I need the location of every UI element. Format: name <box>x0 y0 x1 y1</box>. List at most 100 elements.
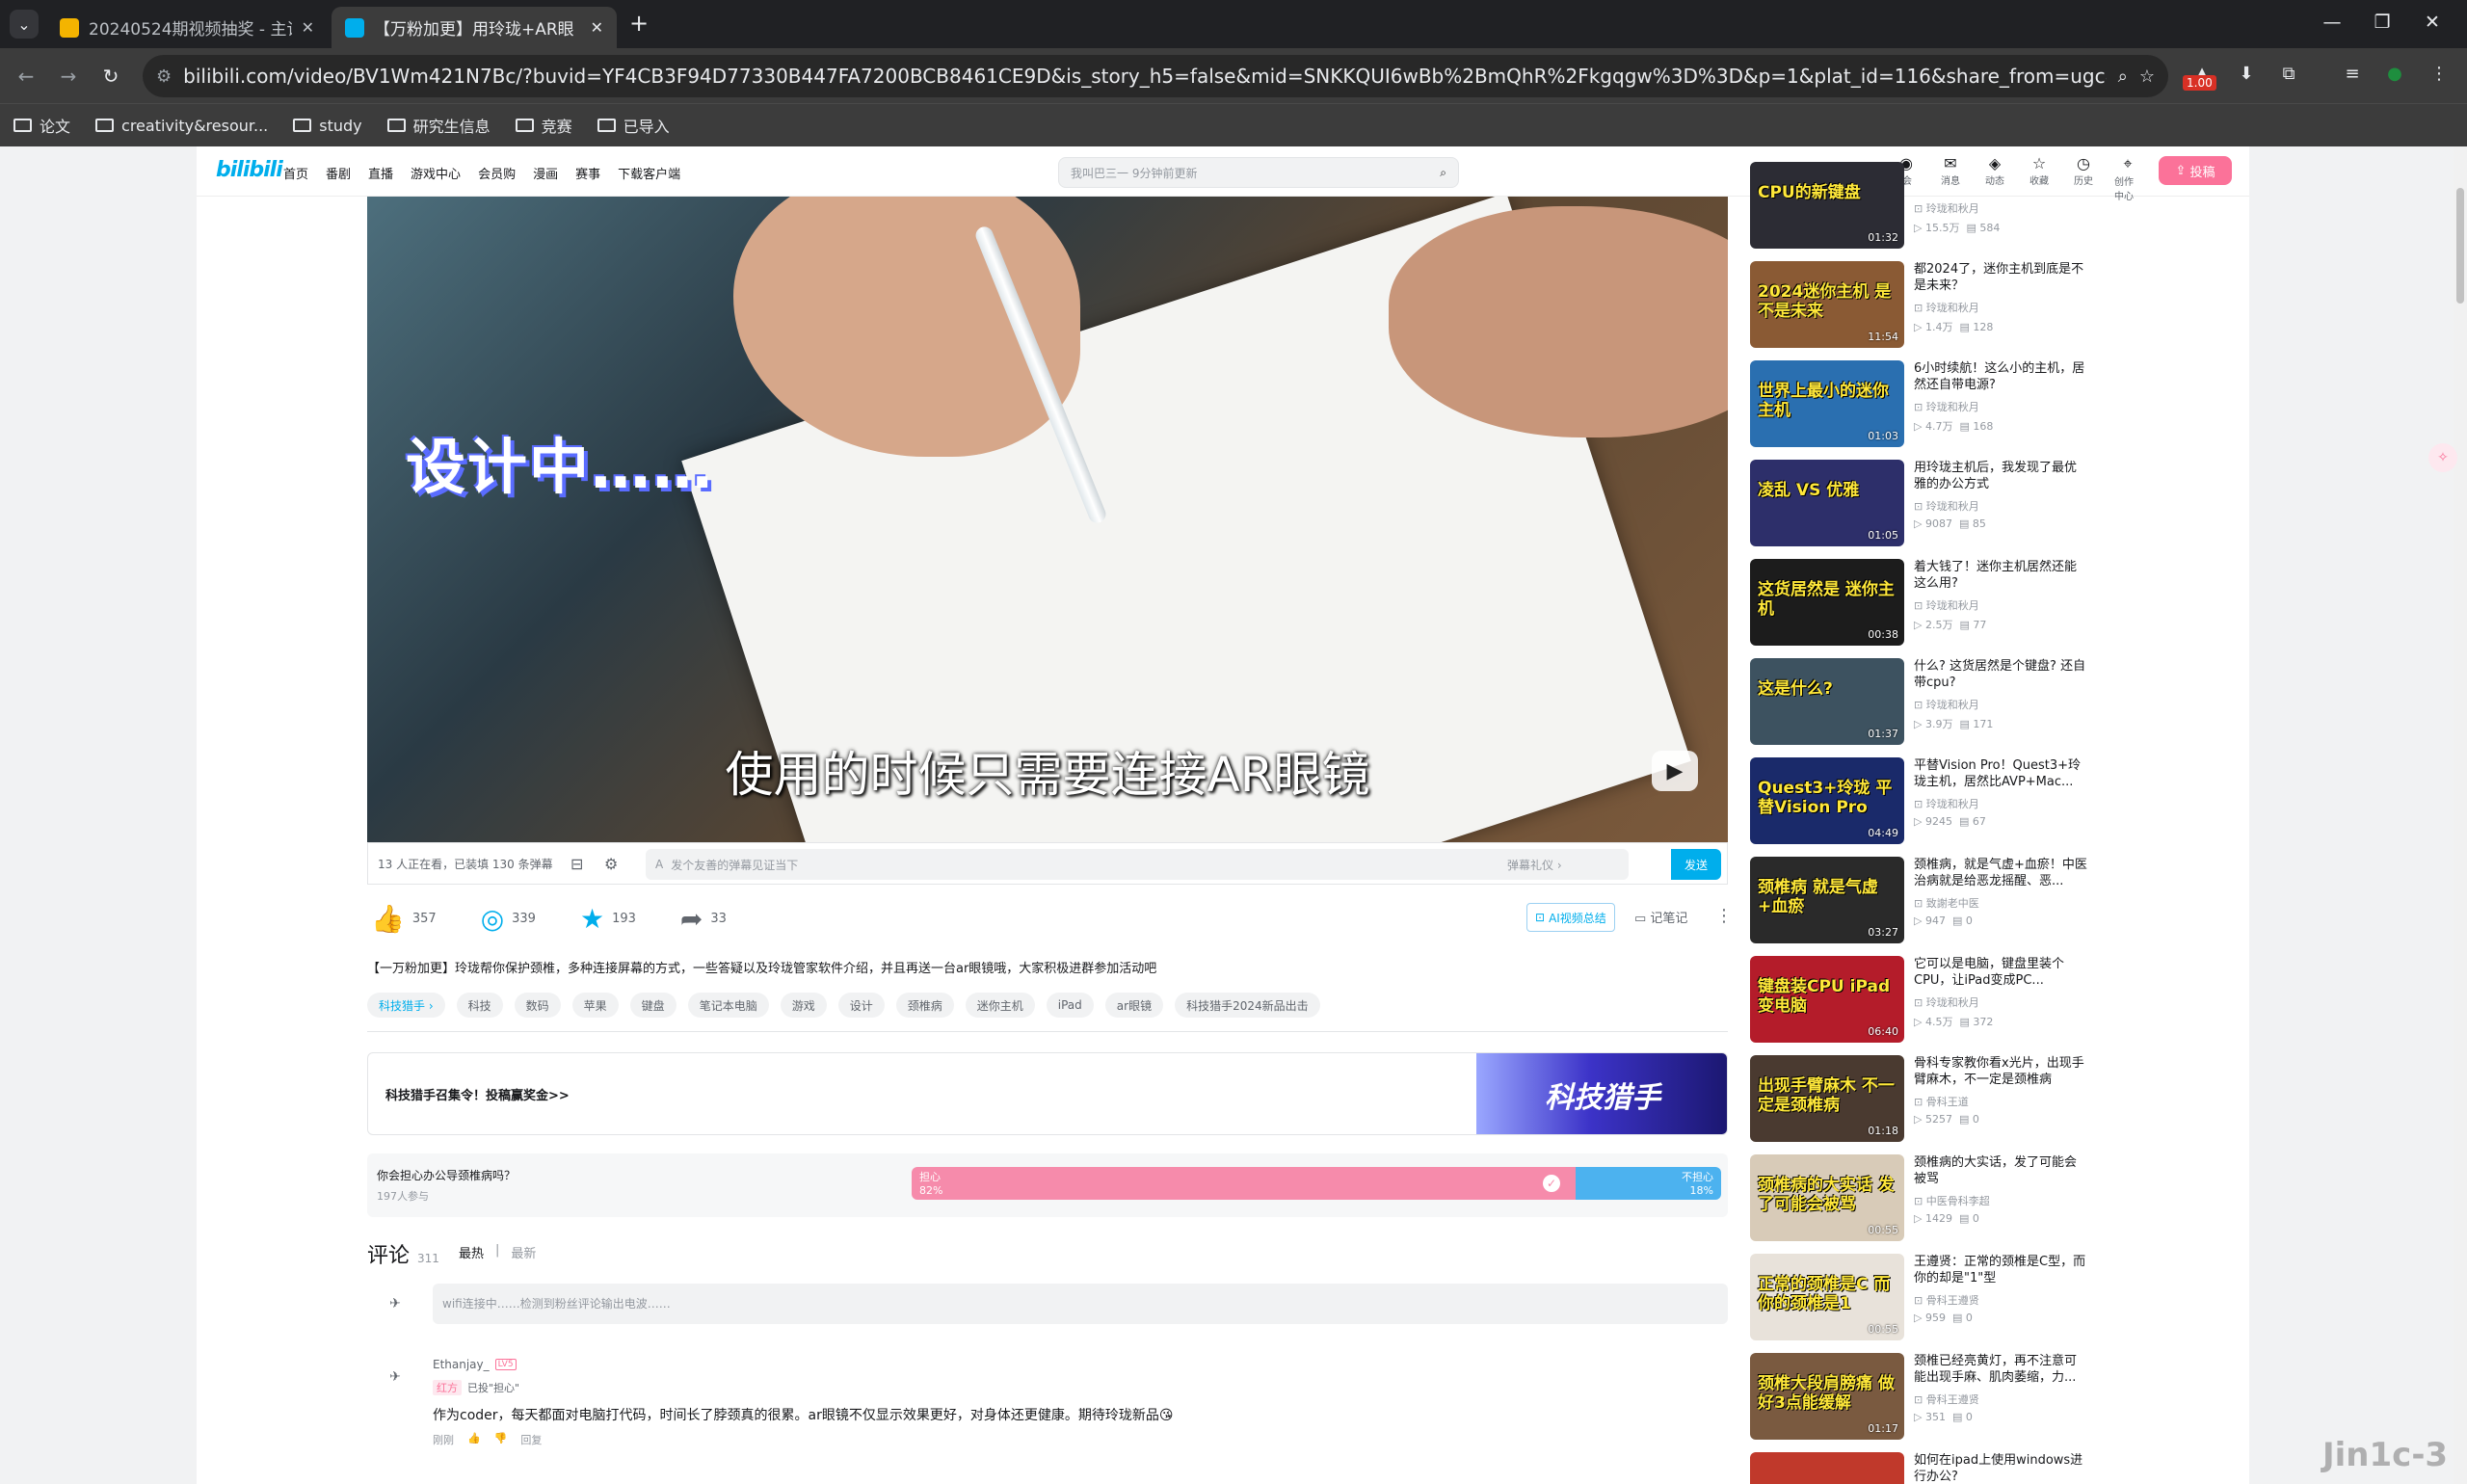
close-window-button[interactable]: ✕ <box>2413 12 2452 33</box>
tag-item[interactable]: 设计 <box>837 993 885 1018</box>
nav-home[interactable]: 首页 <box>283 164 308 182</box>
tag-item[interactable]: ar眼镜 <box>1104 993 1164 1018</box>
comment-dislike-icon[interactable]: 👎 <box>494 1432 508 1447</box>
extensions-puzzle-icon[interactable]: ⧉ <box>2274 64 2303 84</box>
like-button[interactable]: 👍 357 <box>371 903 437 935</box>
rec-title[interactable]: 平替Vision Pro！Quest3+玲珑主机，居然比AVP+Mac... <box>1914 757 2087 790</box>
rec-author[interactable]: ⊡ 骨科王遵贤 <box>1914 1292 1979 1308</box>
share-button[interactable]: ➦ 33 <box>680 903 727 935</box>
activity-banner[interactable]: 科技猎手召集令！投稿赢奖金>> 科技猎手 <box>367 1052 1728 1135</box>
tag-item[interactable]: 颈椎病 <box>895 993 954 1018</box>
address-bar[interactable]: ⚙ bilibili.com/video/BV1Wm421N7Bc/?buvid… <box>143 55 2168 97</box>
rec-video-card[interactable]: Quest3+玲珑 平替Vision Pro 04:49 平替Vision Pro！… <box>1750 757 2097 846</box>
nav-download-client[interactable]: 下载客户端 <box>618 164 680 182</box>
notes-button[interactable]: ▭ 记笔记 <box>1634 908 1687 926</box>
rec-title[interactable]: 王遵贤：正常的颈椎是C型，而你的却是"1"型 <box>1914 1254 2087 1286</box>
rec-author[interactable]: ⊡ 玲珑和秋月 <box>1914 597 1979 613</box>
tag-item[interactable]: 键盘 <box>629 993 676 1018</box>
nav-esports[interactable]: 赛事 <box>575 164 600 182</box>
tag-item[interactable]: 科技猎手2024新品出击 <box>1175 993 1320 1018</box>
comment-username[interactable]: Ethanjay_ <box>433 1358 490 1371</box>
media-control-icon[interactable]: ≡ <box>2338 64 2367 84</box>
rec-thumbnail[interactable] <box>1750 1452 1904 1484</box>
rec-title[interactable]: 着大钱了！迷你主机居然还能这么用? <box>1914 559 2087 592</box>
danmaku-settings-icon[interactable]: ⚙ <box>604 855 618 873</box>
tag-item[interactable]: iPad <box>1046 993 1094 1018</box>
rec-thumbnail[interactable]: 颈椎病的大实话 发了可能会被骂 00:55 <box>1750 1154 1904 1241</box>
rec-title[interactable]: 用玲珑主机后，我发现了最优雅的办公方式 <box>1914 460 2087 492</box>
chrome-menu-icon[interactable]: ⋮ <box>2425 64 2454 84</box>
bookmark-folder[interactable]: 竞赛 <box>515 114 572 137</box>
rec-thumbnail[interactable]: 出现手臂麻木 不一定是颈椎病 01:18 <box>1750 1055 1904 1142</box>
rec-thumbnail[interactable]: 这货居然是 迷你主机 00:38 <box>1750 559 1904 646</box>
rec-title[interactable]: 它可以是电脑，键盘里装个CPU，让iPad变成PC... <box>1914 956 2087 989</box>
rec-thumbnail[interactable]: 正常的颈椎是C 而你的颈椎是1 00:55 <box>1750 1254 1904 1340</box>
nav-live[interactable]: 直播 <box>368 164 393 182</box>
rec-video-card[interactable]: 键盘装CPU iPad变电脑 06:40 它可以是电脑，键盘里装个CPU，让iPad… <box>1750 956 2097 1045</box>
tag-item[interactable]: 笔记本电脑 <box>687 993 769 1018</box>
rec-video-card[interactable]: 颈椎大段肩膀痛 做好3点能缓解 01:17 颈椎已经亮黄灯，再不注意可能出现手麻、肌… <box>1750 1353 2097 1442</box>
creator-center-button[interactable]: ⌖ 创作中心 <box>2114 154 2141 202</box>
download-extension-icon[interactable]: ⬇ <box>2232 64 2261 84</box>
nav-game-center[interactable]: 游戏中心 <box>411 164 461 182</box>
rec-thumbnail[interactable]: Quest3+玲珑 平替Vision Pro 04:49 <box>1750 757 1904 844</box>
rec-author[interactable]: ⊡ 玲珑和秋月 <box>1914 200 1979 216</box>
reload-icon[interactable]: ↻ <box>94 60 127 93</box>
vote-option-worried[interactable]: 担心 82% <box>912 1167 1576 1200</box>
bookmark-folder[interactable]: 已导入 <box>597 114 670 137</box>
rec-video-card[interactable]: 世界上最小的迷你主机 01:03 6小时续航！这么小的主机，居然还自带电源? ⊡ 玲珑… <box>1750 360 2097 449</box>
comment-reply-button[interactable]: 回复 <box>520 1432 542 1447</box>
rec-video-card[interactable]: 颈椎病 就是气虚+血瘀 03:27 颈椎病，就是气虚+血瘀！中医治病就是给恶龙摇醒、… <box>1750 857 2097 945</box>
rec-thumbnail[interactable]: 颈椎大段肩膀痛 做好3点能缓解 01:17 <box>1750 1353 1904 1440</box>
rec-title[interactable]: 都2024了，迷你主机到底是不是未来？ <box>1914 261 2087 294</box>
tag-item[interactable]: 苹果 <box>571 993 619 1018</box>
vote-option-not-worried[interactable]: 不担心 18% <box>1576 1167 1721 1200</box>
danmaku-toggle-icon[interactable]: ⊟ <box>570 855 583 873</box>
rec-video-card[interactable]: 如何在ipad上使用windows进行办公? <box>1750 1452 2097 1484</box>
forward-arrow-icon[interactable]: → <box>52 60 85 93</box>
avatar[interactable]: ✈ <box>376 1285 414 1323</box>
rec-thumbnail[interactable]: 凌乱 VS 优雅 01:05 <box>1750 460 1904 546</box>
font-icon[interactable]: A <box>655 858 663 871</box>
danmaku-etiquette-link[interactable]: 弹幕礼仪 › <box>1507 857 1562 873</box>
new-tab-button[interactable]: + <box>626 12 651 37</box>
tag-item[interactable]: 数码 <box>514 993 561 1018</box>
tag-item[interactable]: 科技猎手 › <box>367 993 445 1018</box>
comment-like-icon[interactable]: 👍 <box>467 1432 481 1447</box>
bookmark-folder[interactable]: 论文 <box>13 114 70 137</box>
rec-video-card[interactable]: 颈椎病的大实话 发了可能会被骂 00:55 颈椎病的大实话，发了可能会被骂 ⊡ 中医骨… <box>1750 1154 2097 1243</box>
rec-video-card[interactable]: CPU的新键盘 01:32 ⊡ 玲珑和秋月 ▷ 15.5万 ▤ 584 <box>1750 162 2097 251</box>
rec-video-card[interactable]: 这货居然是 迷你主机 00:38 着大钱了！迷你主机居然还能这么用? ⊡ 玲珑和秋月 ▷… <box>1750 559 2097 648</box>
close-icon[interactable]: ✕ <box>302 18 314 37</box>
bookmark-folder[interactable]: 研究生信息 <box>386 114 491 137</box>
rec-thumbnail[interactable]: 键盘装CPU iPad变电脑 06:40 <box>1750 956 1904 1043</box>
rec-title[interactable]: 6小时续航！这么小的主机，居然还自带电源? <box>1914 360 2087 393</box>
rec-video-card[interactable]: 正常的颈椎是C 而你的颈椎是1 00:55 王遵贤：正常的颈椎是C型，而你的却是"1… <box>1750 1254 2097 1342</box>
rec-author[interactable]: ⊡ 玲珑和秋月 <box>1914 994 1979 1010</box>
rec-title[interactable]: 骨科专家教你看x光片，出现手臂麻木，不一定是颈椎病 <box>1914 1055 2087 1088</box>
tag-item[interactable]: 科技 <box>456 993 503 1018</box>
rec-thumbnail[interactable]: 世界上最小的迷你主机 01:03 <box>1750 360 1904 447</box>
nav-mall[interactable]: 会员购 <box>478 164 516 182</box>
bilibili-logo[interactable]: bilibili <box>216 158 283 182</box>
bookmark-star-icon[interactable]: ☆ <box>2139 66 2155 87</box>
browser-tab-2[interactable]: 【万粉加更】用玲珑+AR眼 ✕ <box>332 7 617 48</box>
page-scrollbar[interactable] <box>2454 146 2467 1484</box>
back-arrow-icon[interactable]: ← <box>10 60 42 93</box>
favorite-button[interactable]: ★ 193 <box>580 903 636 935</box>
tag-item[interactable]: 游戏 <box>780 993 827 1018</box>
rec-author[interactable]: ⊡ 玲珑和秋月 <box>1914 498 1979 514</box>
tab-search-button[interactable]: ⌄ <box>10 10 39 39</box>
send-danmaku-button[interactable]: 发送 <box>1671 849 1721 880</box>
rec-thumbnail[interactable]: 颈椎病 就是气虚+血瘀 03:27 <box>1750 857 1904 943</box>
browser-tab-1[interactable]: 20240524期视频抽奖 - 主讨论 ✕ <box>46 7 328 48</box>
rec-author[interactable]: ⊡ 骨科王道 <box>1914 1094 1969 1109</box>
coin-button[interactable]: ◎ 339 <box>481 903 536 935</box>
rec-video-card[interactable]: 出现手臂麻木 不一定是颈椎病 01:18 骨科专家教你看x光片，出现手臂麻木，不一定… <box>1750 1055 2097 1144</box>
tag-item[interactable]: 迷你主机 <box>965 993 1035 1018</box>
ai-summary-button[interactable]: ⊡ AI视频总结 <box>1526 903 1615 932</box>
rec-video-card[interactable]: 2024迷你主机 是不是未来 11:54 都2024了，迷你主机到底是不是未来？ ⊡ … <box>1750 261 2097 350</box>
bookmark-folder[interactable]: creativity&resour... <box>95 117 268 135</box>
minimize-button[interactable]: — <box>2313 12 2351 33</box>
rec-author[interactable]: ⊡ 玲珑和秋月 <box>1914 697 1979 712</box>
